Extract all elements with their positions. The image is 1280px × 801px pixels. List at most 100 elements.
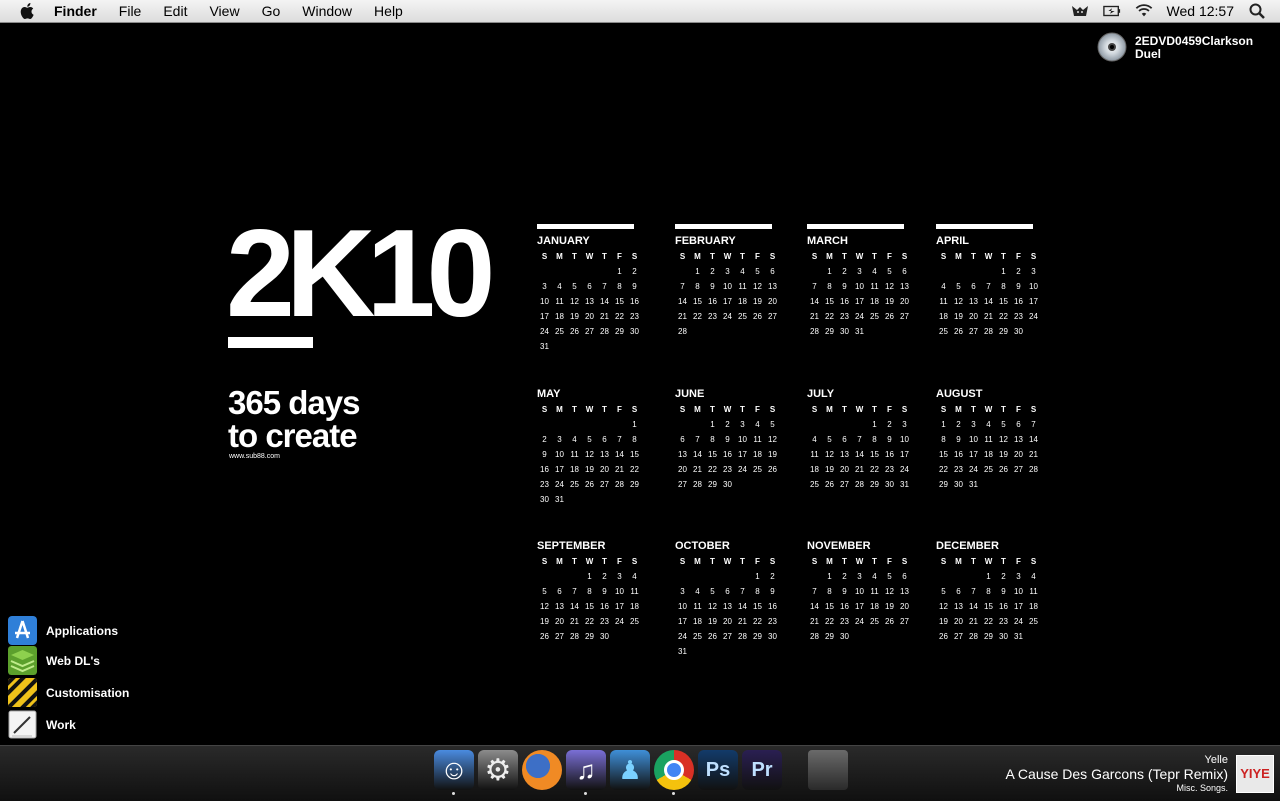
- day-blank: [537, 264, 552, 279]
- day-cell: 9: [602, 587, 607, 596]
- day-cell: 22: [630, 465, 639, 474]
- day-cell: 23: [723, 465, 732, 474]
- weekday-header: W: [984, 557, 993, 566]
- menu-help[interactable]: Help: [374, 0, 403, 22]
- day-cell: 20: [768, 297, 777, 306]
- month-days-grid: S M T W T F S 1 2 3 4 5 6 7 8 9 10 11 12 13 14 15 16 17 18 19 20 21…: [675, 402, 785, 492]
- gear-icon[interactable]: ⚙: [478, 750, 518, 790]
- month-november: NOVEMBER S M T W T F S 1 2 3 4 5 6 7 8 9 10 11 12 13 14 15 16 17…: [807, 529, 917, 644]
- finder-icon[interactable]: ☺: [434, 750, 474, 790]
- day-cell: 19: [540, 617, 549, 626]
- day-cell: 16: [768, 602, 777, 611]
- menu-file[interactable]: File: [119, 0, 142, 22]
- itunes-icon[interactable]: ♫: [566, 750, 606, 790]
- day-cell: 7: [812, 587, 817, 596]
- apple-menu-icon[interactable]: [18, 1, 38, 21]
- dvd-disc-label[interactable]: 2EDVD0459Clarkson Duel: [1135, 35, 1275, 61]
- day-cell: 7: [617, 435, 622, 444]
- stack-customisation[interactable]: Customisation: [8, 678, 208, 708]
- weekday-header: F: [755, 405, 760, 414]
- day-cell: 25: [693, 632, 702, 641]
- photoshop-icon[interactable]: Ps: [698, 750, 738, 790]
- day-cell: 10: [855, 282, 864, 291]
- menu-window[interactable]: Window: [302, 0, 352, 22]
- day-cell: 14: [1029, 435, 1038, 444]
- weekday-header: T: [572, 557, 577, 566]
- menu-app-finder[interactable]: Finder: [54, 0, 97, 22]
- day-cell: 7: [986, 282, 991, 291]
- day-cell: 16: [708, 297, 717, 306]
- growl-icon[interactable]: [1071, 3, 1089, 19]
- day-cell: 18: [810, 465, 819, 474]
- day-blank: [807, 417, 822, 432]
- day-cell: 29: [753, 632, 762, 641]
- day-cell: 12: [570, 297, 579, 306]
- stack-applications[interactable]: Applications: [8, 616, 208, 646]
- day-cell: 7: [812, 282, 817, 291]
- green-stack-icon: [8, 646, 37, 675]
- day-cell: 24: [678, 632, 687, 641]
- day-cell: 24: [969, 465, 978, 474]
- stack-label: Customisation: [46, 686, 130, 700]
- weekday-header: W: [984, 405, 993, 414]
- premiere-icon[interactable]: Pr: [742, 750, 782, 790]
- day-cell: 6: [725, 587, 730, 596]
- day-cell: 8: [872, 435, 877, 444]
- day-cell: 15: [585, 602, 594, 611]
- stack-web-dls[interactable]: Web DL's: [8, 646, 208, 676]
- day-cell: 2: [887, 420, 892, 429]
- day-cell: 15: [825, 602, 834, 611]
- day-cell: 18: [870, 602, 879, 611]
- weekday-header: M: [556, 405, 563, 414]
- menu-edit[interactable]: Edit: [163, 0, 187, 22]
- day-cell: 17: [540, 312, 549, 321]
- menu-clock[interactable]: Wed 12:57: [1167, 3, 1234, 19]
- day-cell: 21: [600, 312, 609, 321]
- day-cell: 5: [941, 587, 946, 596]
- month-days-grid: S M T W T F S 1 2 3 4 5 6 7 8 9 10 11 12 13 14 15 16 17 18 19 20 21…: [675, 554, 785, 659]
- trash-icon[interactable]: [808, 750, 848, 790]
- firefox-icon[interactable]: [522, 750, 562, 790]
- dvd-disc-icon[interactable]: [1097, 32, 1127, 62]
- day-cell: 30: [885, 480, 894, 489]
- day-cell: 12: [768, 435, 777, 444]
- day-cell: 11: [753, 435, 762, 444]
- day-cell: 25: [630, 617, 639, 626]
- day-cell: 26: [939, 632, 948, 641]
- weekday-header: F: [617, 405, 622, 414]
- menu-view[interactable]: View: [209, 0, 239, 22]
- chrome-icon[interactable]: [654, 750, 694, 790]
- battery-icon[interactable]: [1102, 3, 1121, 19]
- day-cell: 4: [872, 267, 877, 276]
- spotlight-search-icon[interactable]: [1248, 3, 1266, 19]
- day-cell: 19: [768, 450, 777, 459]
- day-cell: 9: [842, 282, 847, 291]
- messenger-icon[interactable]: ♟: [610, 750, 650, 790]
- weekday-header: F: [887, 405, 892, 414]
- day-cell: 17: [678, 617, 687, 626]
- month-days-grid: S M T W T F S 1 2 3 4 5 6 7 8 9 10 11 12 13 14 15 16 17 18 19 20 21…: [936, 402, 1046, 492]
- menu-go[interactable]: Go: [262, 0, 281, 22]
- day-cell: 13: [723, 602, 732, 611]
- weekday-header: S: [901, 252, 908, 261]
- wifi-icon[interactable]: [1135, 3, 1153, 19]
- day-blank: [837, 417, 852, 432]
- day-cell: 11: [570, 450, 579, 459]
- day-cell: 21: [693, 465, 702, 474]
- day-cell: 26: [708, 632, 717, 641]
- day-blank: [537, 569, 552, 584]
- month-may: MAY S M T W T F S 1 2 3 4 5 6 7 8 9 10 11 12 13 14 15 16 17 18 19 2…: [537, 377, 647, 507]
- album-art[interactable]: YIYE: [1236, 755, 1274, 793]
- day-cell: 9: [1016, 282, 1021, 291]
- day-blank: [852, 417, 867, 432]
- wallpaper-year-title: 2K10: [226, 205, 495, 343]
- day-cell: 15: [825, 297, 834, 306]
- weekday-header: F: [1016, 405, 1021, 414]
- stack-work[interactable]: Work: [8, 710, 208, 740]
- day-cell: 30: [840, 327, 849, 336]
- day-cell: 2: [1001, 572, 1006, 581]
- day-cell: 10: [1014, 587, 1023, 596]
- day-cell: 17: [738, 450, 747, 459]
- weekday-header: M: [694, 252, 701, 261]
- weekday-header: S: [769, 252, 776, 261]
